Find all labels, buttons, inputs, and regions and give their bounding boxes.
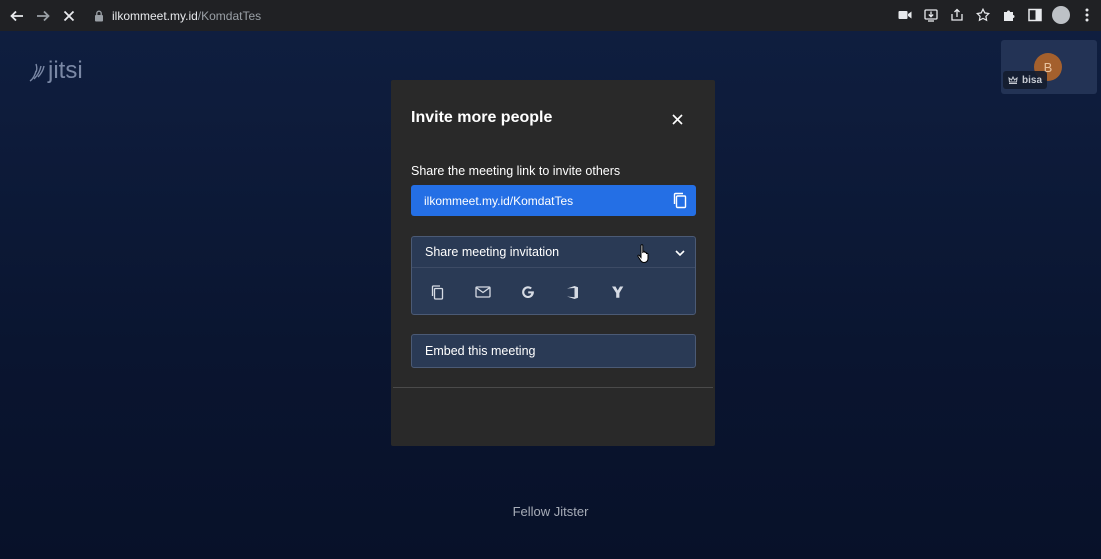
participant-thumbnail[interactable]: B bisa (1001, 40, 1097, 94)
hand-cursor-icon (637, 244, 649, 264)
share-options (426, 281, 629, 303)
participant-display-name: Fellow Jitster (512, 504, 589, 519)
share-invitation-toggle[interactable]: Share meeting invitation (412, 237, 695, 268)
google-icon[interactable] (516, 281, 539, 303)
lock-icon (95, 10, 103, 21)
email-icon[interactable] (471, 281, 494, 303)
meeting-link-field[interactable]: ilkommeet.my.id/KomdatTes (411, 185, 696, 216)
logo-text: jitsi (48, 57, 83, 84)
browser-nav (0, 5, 80, 27)
back-arrow-icon[interactable] (6, 5, 28, 27)
embed-meeting-button[interactable]: Embed this meeting (411, 334, 696, 368)
invite-dialog: Invite more people Share the meeting lin… (391, 80, 715, 446)
address-bar[interactable]: ilkommeet.my.id/KomdatTes (94, 5, 261, 27)
forward-arrow-icon[interactable] (32, 5, 54, 27)
jitsi-logo[interactable]: jitsi (26, 57, 83, 85)
url-host: ilkommeet.my.id (112, 8, 198, 23)
jitsi-logo-icon (29, 63, 45, 82)
side-panel-icon[interactable] (1025, 4, 1045, 26)
install-icon[interactable] (921, 4, 941, 26)
extensions-icon[interactable] (999, 4, 1019, 26)
share-invitation-panel: Share meeting invitation (411, 236, 696, 315)
copy-link-icon[interactable] (672, 192, 688, 209)
crown-icon (1008, 75, 1018, 84)
camera-icon[interactable] (895, 4, 915, 26)
dialog-title: Invite more people (411, 109, 553, 126)
share-invitation-label: Share meeting invitation (425, 245, 560, 259)
office-icon[interactable] (561, 281, 584, 303)
browser-actions (895, 4, 1097, 26)
share-icon[interactable] (947, 4, 967, 26)
close-icon[interactable] (666, 108, 688, 130)
chevron-down-icon[interactable] (673, 246, 687, 260)
profile-avatar[interactable] (1051, 4, 1071, 26)
meeting-link-text: ilkommeet.my.id/KomdatTes (424, 193, 574, 208)
menu-icon[interactable] (1077, 4, 1097, 26)
star-icon[interactable] (973, 4, 993, 26)
embed-meeting-label: Embed this meeting (425, 344, 536, 358)
browser-toolbar: ilkommeet.my.id/KomdatTes (0, 0, 1101, 31)
participant-name: bisa (1022, 74, 1043, 86)
yahoo-icon[interactable] (606, 281, 629, 303)
dialog-divider (393, 387, 713, 388)
share-link-label: Share the meeting link to invite others (411, 164, 621, 178)
stop-loading-icon[interactable] (58, 5, 80, 27)
url-path: /KomdatTes (197, 8, 262, 23)
copy-icon[interactable] (426, 281, 449, 303)
participant-name-tag: bisa (1003, 71, 1048, 89)
